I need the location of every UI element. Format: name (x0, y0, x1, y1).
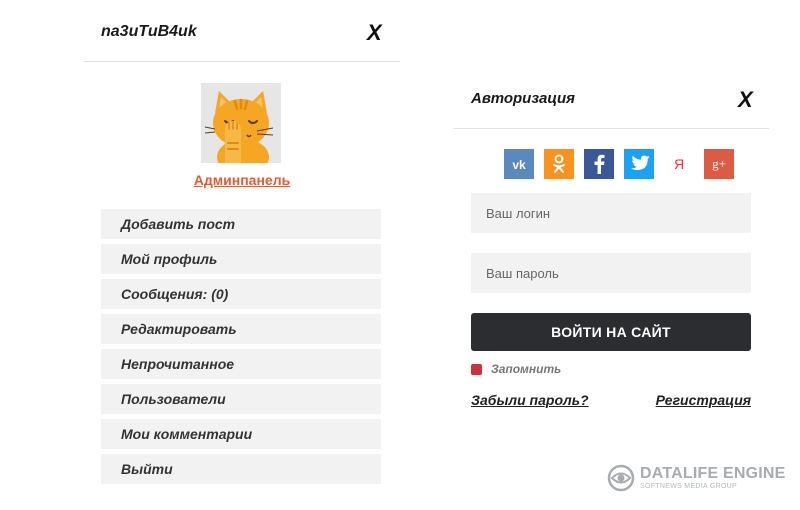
register-link[interactable]: Регистрация (656, 392, 751, 408)
login-submit-button[interactable]: ВОЙТИ НА САЙТ (471, 313, 751, 351)
vk-icon: vk (512, 158, 526, 170)
remember-label: Запомнить (491, 362, 562, 376)
menu-item-logout[interactable]: Выйти (101, 454, 381, 484)
facebook-button[interactable] (584, 149, 614, 179)
cat-facepalm-icon (201, 83, 281, 163)
remember-me-toggle[interactable]: Запомнить (471, 362, 561, 376)
odnoklassniki-icon (553, 154, 565, 173)
menu-item-messages[interactable]: Сообщения: (0) (101, 279, 381, 309)
twitter-icon (630, 155, 650, 171)
menu-item-my-comments[interactable]: Мои комментарии (101, 419, 381, 449)
login-title: Авторизация (471, 90, 576, 107)
google-plus-icon: g+ (712, 156, 726, 171)
login-input[interactable] (471, 193, 751, 233)
svg-text:vk: vk (512, 158, 526, 170)
forgot-password-link[interactable]: Забыли пароль? (471, 392, 589, 408)
username: na3uTuB4uk (101, 23, 197, 40)
odnoklassniki-button[interactable] (544, 149, 574, 179)
watermark-title: DATALIFE ENGINE (640, 465, 786, 482)
remember-checkbox[interactable] (471, 363, 482, 375)
facebook-icon (594, 154, 605, 174)
close-login-panel-icon[interactable]: X (738, 89, 753, 111)
user-panel: na3uTuB4uk X Админпанель Добавить пост М… (84, 0, 400, 510)
watermark-subtitle: SOFTNEWS MEDIA GROUP (640, 483, 738, 490)
datalife-engine-logo-icon (607, 464, 635, 492)
menu-item-my-profile[interactable]: Мой профиль (101, 244, 381, 274)
admin-panel-link[interactable]: Админпанель (84, 172, 400, 188)
user-panel-header: na3uTuB4uk X (84, 0, 400, 62)
login-panel: Авторизация X vk Я g+ Ваш логин ВОЙТИ НА… (453, 80, 769, 420)
login-panel-header: Авторизация X (453, 80, 769, 129)
menu-item-edit[interactable]: Редактировать (101, 314, 381, 344)
yandex-button[interactable]: Я (664, 149, 694, 179)
menu-item-unread[interactable]: Непрочитанное (101, 349, 381, 379)
password-input[interactable] (471, 253, 751, 293)
avatar (201, 83, 281, 163)
close-user-panel-icon[interactable]: X (367, 22, 382, 44)
yandex-icon: Я (673, 156, 685, 172)
watermark-text: DATALIFE ENGINE SOFTNEWS MEDIA GROUP (640, 465, 786, 491)
menu-item-users[interactable]: Пользователи (101, 384, 381, 414)
social-login-buttons: vk Я g+ (504, 149, 744, 179)
menu-item-add-post[interactable]: Добавить пост (101, 209, 381, 239)
google-plus-button[interactable]: g+ (704, 149, 734, 179)
twitter-button[interactable] (624, 149, 654, 179)
datalife-engine-watermark: DATALIFE ENGINE SOFTNEWS MEDIA GROUP (607, 464, 786, 492)
user-menu: Добавить пост Мой профиль Сообщения: (0)… (101, 209, 381, 489)
vk-button[interactable]: vk (504, 149, 534, 179)
